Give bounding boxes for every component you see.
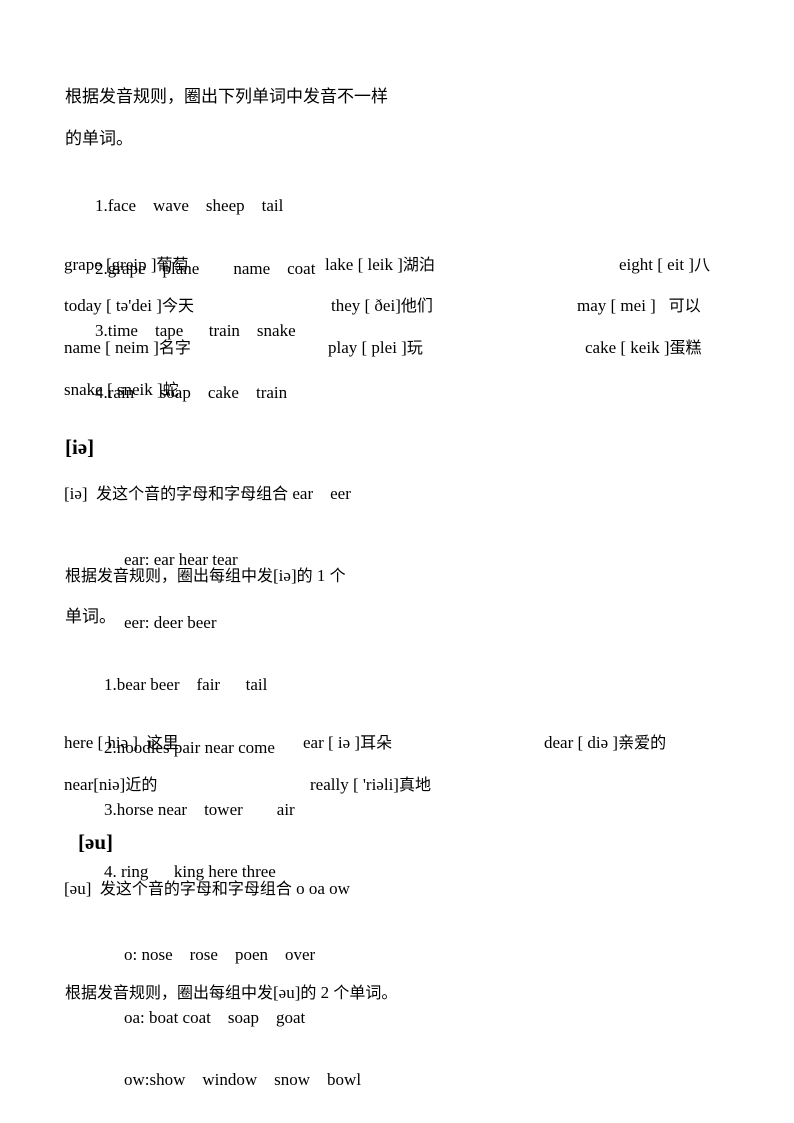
vocab-word: they [ ðei]: [331, 296, 401, 315]
vocab-entry: play [ plei ]玩: [328, 334, 423, 358]
vocab-entry: name [ neim ]名字: [64, 334, 191, 358]
vocab-entry: really [ 'riəli]真地: [310, 771, 431, 795]
vocab-word: dear [ diə ]: [544, 733, 619, 752]
vocab-word: today [ tə'dei ]: [64, 296, 162, 315]
vocab-word: really [ 'riəli]: [310, 775, 399, 794]
instruction-line-2: 的单词。: [65, 129, 133, 149]
exercise-item: 1.face wave sheep tail: [95, 196, 284, 216]
section-heading-ia: [iə]: [65, 435, 95, 459]
vocab-meaning: 蛋糕: [669, 338, 702, 357]
instruction-line-2: 单词。: [65, 607, 116, 627]
vocab-word: play [ plei ]: [328, 338, 407, 357]
letter-combos: o oa ow: [291, 879, 350, 898]
vocab-entry: they [ ðei]他们: [331, 292, 433, 316]
vocab-meaning: 八: [694, 255, 711, 274]
vocab-entry: grape [greip ]葡萄: [64, 251, 189, 275]
vocab-meaning: 近的: [125, 775, 158, 794]
vocab-word: ear [ iə ]: [303, 733, 361, 752]
vocab-entry: snake [ sneik ]蛇: [64, 376, 179, 400]
vocab-entry: lake [ leik ]湖泊: [325, 251, 435, 275]
rule-item: oa: boat coat soap goat: [124, 1007, 306, 1027]
vocab-meaning: 名字: [158, 338, 191, 357]
phonetic-symbol: [iə]: [64, 484, 97, 503]
vocab-word: name [ neim ]: [64, 338, 159, 357]
vocab-meaning: 葡萄: [156, 255, 189, 274]
vocab-word: grape [greip ]: [64, 255, 157, 274]
instruction-line-1: 根据发音规则，圈出下列单词中发音不一样: [65, 87, 388, 107]
vocab-entry: eight [ eit ]八: [619, 251, 710, 275]
vocab-meaning: 真地: [398, 775, 431, 794]
section-intro: [əu] 发这个音的字母和字母组合 o oa ow: [64, 875, 350, 899]
intro-text: 发这个音的字母和字母组合: [96, 484, 289, 503]
exercise-item: 1.bear beer fair tail: [104, 675, 268, 695]
exercise-item: 3.horse near tower air: [104, 799, 295, 819]
intro-text: 发这个音的字母和字母组合: [99, 879, 292, 898]
vocab-meaning: 耳朵: [360, 733, 393, 752]
vocab-entry: ear [ iə ]耳朵: [303, 729, 392, 753]
vocab-word: eight [ eit ]: [619, 255, 695, 274]
letter-combos: ear eer: [288, 484, 351, 503]
exercise-list-2: 1.bear beer fair tail 2.noodles pair nea…: [104, 634, 295, 903]
phonetic-symbol: [əu]: [64, 879, 100, 898]
vocab-entry: dear [ diə ]亲爱的: [544, 729, 666, 753]
vocab-meaning: 他们: [400, 296, 433, 315]
rule-item: ow:show window snow bowl: [124, 1069, 362, 1089]
vocab-meaning: 这里: [146, 733, 179, 752]
instruction-line-1: 根据发音规则，圈出每组中发[iə]的 1 个: [65, 566, 346, 585]
vocab-entry: today [ tə'dei ]今天: [64, 292, 194, 316]
vocab-entry: cake [ keik ]蛋糕: [585, 334, 702, 358]
vocab-meaning: 可以: [668, 296, 701, 315]
rule-list: o: nose rose poen over oa: boat coat soa…: [124, 904, 361, 1111]
vocab-meaning: 湖泊: [402, 255, 435, 274]
vocab-meaning: 玩: [406, 338, 423, 357]
section-intro: [iə] 发这个音的字母和字母组合 ear eer: [64, 480, 351, 504]
instruction-line: 根据发音规则，圈出每组中发[əu]的 2 个单词。: [65, 983, 398, 1002]
vocab-entry: here [ hiə ] 这里: [64, 729, 179, 753]
vocab-word: lake [ leik ]: [325, 255, 403, 274]
vocab-word: here [ hiə ]: [64, 733, 147, 752]
vocab-entry: near[niə]近的: [64, 771, 157, 795]
vocab-meaning: 蛇: [162, 380, 179, 399]
rule-item: eer: deer beer: [124, 612, 217, 632]
vocab-word: snake [ sneik ]: [64, 380, 163, 399]
rule-item: o: nose rose poen over: [124, 945, 316, 965]
vocab-entry: may [ mei ] 可以: [577, 292, 701, 316]
section-heading-ou: [əu]: [78, 830, 113, 854]
vocab-word: near[niə]: [64, 775, 126, 794]
vocab-meaning: 亲爱的: [618, 733, 667, 752]
vocab-meaning: 今天: [161, 296, 194, 315]
vocab-word: cake [ keik ]: [585, 338, 670, 357]
vocab-word: may [ mei ]: [577, 296, 669, 315]
